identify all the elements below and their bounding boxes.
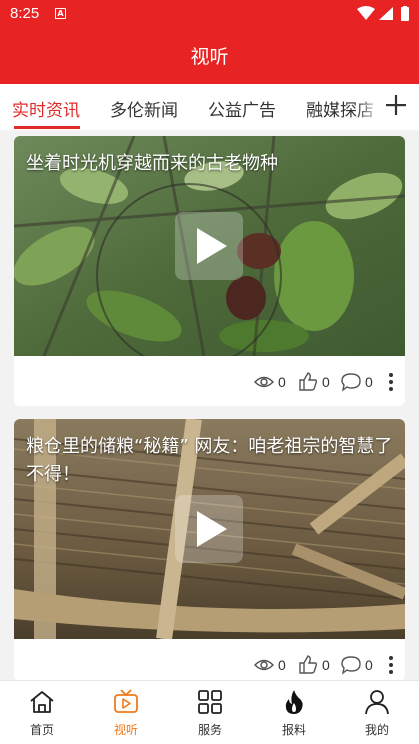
card-actions: 0 0 0	[14, 356, 405, 406]
eye-icon	[254, 376, 274, 388]
grid-icon	[198, 690, 222, 714]
nav-video[interactable]: 视听	[84, 681, 168, 744]
wifi-icon	[357, 6, 375, 20]
nav-report[interactable]: 报料	[252, 681, 336, 744]
play-icon[interactable]	[175, 495, 243, 563]
play-icon[interactable]	[175, 212, 243, 280]
status-icons	[357, 6, 409, 21]
video-card[interactable]: 粮仓里的储粮“秘籍” 网友：咱老祖宗的智慧了不得！ 0 0 0	[14, 419, 405, 681]
card-actions: 0 0 0	[14, 639, 405, 681]
nav-label: 首页	[29, 723, 54, 737]
tab-realtime-news[interactable]: 实时资讯	[12, 96, 80, 121]
a-icon: A	[55, 8, 66, 19]
nav-label: 报料	[281, 723, 306, 737]
nav-label: 我的	[364, 723, 389, 737]
bottom-nav: 首页 视听 服务 报料 我的	[0, 680, 419, 744]
tab-public-ads[interactable]: 公益广告	[208, 96, 276, 121]
thumbs-up-icon	[299, 372, 318, 391]
nav-label: 服务	[197, 723, 222, 737]
nav-label: 视听	[113, 723, 138, 737]
video-title: 坐着时光机穿越而来的古老物种	[26, 153, 278, 174]
more-options-icon[interactable]	[387, 655, 395, 675]
comment-icon	[341, 373, 361, 392]
eye-icon	[254, 659, 274, 671]
battery-icon	[401, 7, 409, 21]
video-card[interactable]: 坐着时光机穿越而来的古老物种 0 0 0	[14, 136, 405, 406]
page-title: 视听	[190, 46, 229, 68]
status-bar: 8:25 A	[0, 0, 419, 30]
video-thumbnail[interactable]: 坐着时光机穿越而来的古老物种	[14, 136, 405, 356]
home-icon	[30, 691, 54, 713]
app-header: 8:25 A 视听	[0, 0, 419, 84]
tab-duolun-news[interactable]: 多伦新闻	[110, 96, 178, 121]
fire-icon	[285, 690, 303, 714]
nav-profile[interactable]: 我的	[335, 681, 419, 744]
user-icon	[365, 690, 389, 715]
status-time: 8:25	[10, 5, 40, 22]
channel-tabs: 实时资讯 多伦新闻 公益广告 融媒探店	[0, 84, 419, 130]
comment-icon	[341, 656, 361, 675]
video-thumbnail[interactable]: 粮仓里的储粮“秘籍” 网友：咱老祖宗的智慧了不得！	[14, 419, 405, 639]
active-tab-indicator	[14, 126, 80, 129]
video-title: 粮仓里的储粮“秘籍” 网友：咱老祖宗的智慧了不得！	[26, 436, 393, 485]
tv-icon	[114, 689, 138, 713]
more-options-icon[interactable]	[387, 372, 395, 392]
add-channel-icon[interactable]	[383, 92, 409, 118]
signal-icon	[379, 7, 393, 20]
nav-services[interactable]: 服务	[168, 681, 252, 744]
thumbs-up-icon	[299, 655, 318, 674]
nav-home[interactable]: 首页	[0, 681, 84, 744]
